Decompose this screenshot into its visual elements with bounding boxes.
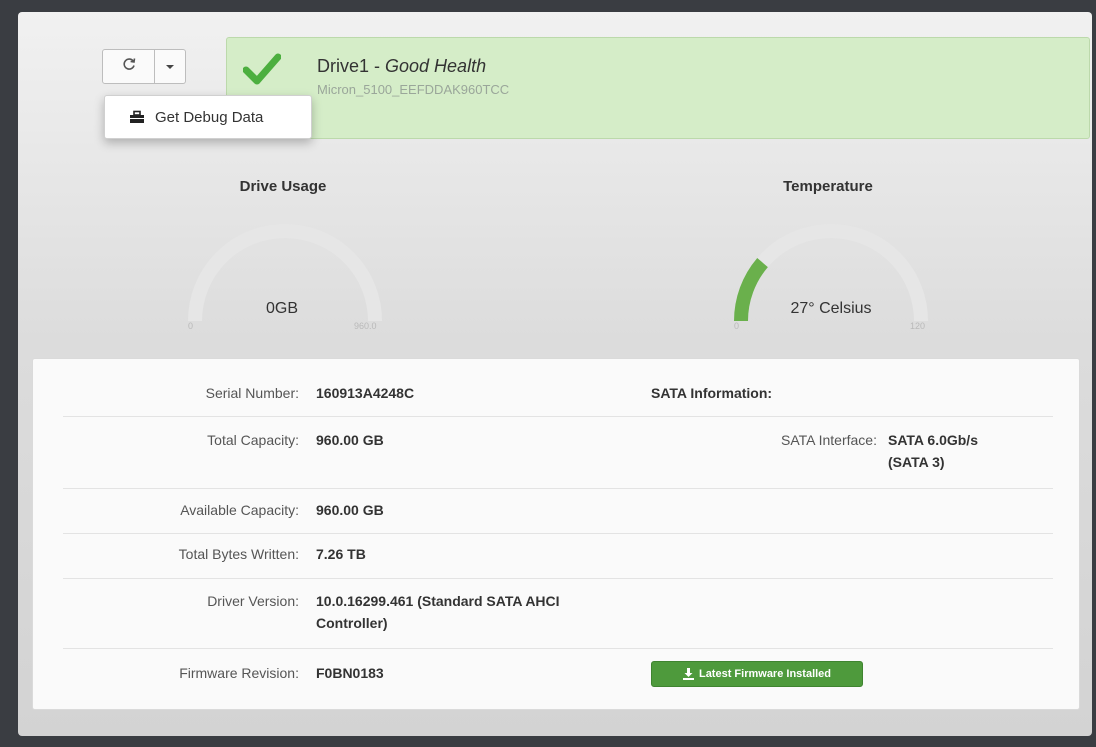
dropdown-menu: Get Debug Data — [104, 95, 312, 139]
download-icon — [682, 668, 694, 680]
health-status-banner: Drive1 - Good Health Micron_5100_EEFDDAK… — [226, 37, 1090, 139]
gauge-min-label: 0 — [188, 321, 194, 331]
checkmark-icon — [242, 52, 282, 86]
driver-version-line1: 10.0.16299.461 (Standard SATA AHCI — [316, 593, 560, 609]
drive-title: Drive1 - Good Health — [317, 56, 486, 77]
driver-version-line2: Controller) — [316, 615, 388, 631]
gauge-value: 0GB — [265, 300, 298, 317]
title-separator: - — [369, 56, 386, 76]
drive-details-panel: Serial Number: 160913A4248C SATA Informa… — [32, 358, 1080, 710]
serial-number-value: 160913A4248C — [316, 385, 415, 401]
drive-health: Good Health — [385, 56, 487, 76]
latest-firmware-button[interactable]: Latest Firmware Installed — [651, 661, 863, 687]
row-divider — [63, 488, 1053, 489]
row-divider — [63, 648, 1053, 649]
sata-interface-line2: (SATA 3) — [888, 454, 945, 470]
serial-number-label: Serial Number: — [205, 385, 299, 401]
driver-version-label: Driver Version: — [207, 593, 299, 609]
row-divider — [63, 533, 1053, 534]
gauge-title: Temperature — [783, 178, 873, 195]
total-capacity-value: 960.00 GB — [316, 432, 384, 448]
drive-name: Drive1 — [317, 56, 370, 76]
row-divider — [63, 578, 1053, 579]
gauge-max-label: 960.0 — [354, 321, 377, 331]
menu-item-get-debug-data[interactable]: Get Debug Data — [105, 96, 311, 138]
toolbox-icon — [129, 110, 145, 124]
gauge-title: Drive Usage — [239, 178, 327, 195]
row-divider — [63, 416, 1053, 417]
drive-model: Micron_5100_EEFDDAK960TCC — [317, 82, 510, 97]
dropdown-toggle-button[interactable] — [155, 49, 186, 84]
firmware-revision-label: Firmware Revision: — [179, 665, 299, 681]
gauge-min-label: 0 — [734, 321, 740, 331]
gauge-max-label: 120 — [910, 321, 926, 331]
available-capacity-value: 960.00 GB — [316, 502, 384, 518]
total-bytes-written-value: 7.26 TB — [316, 546, 366, 562]
gauge-value: 27° Celsius — [790, 300, 872, 317]
total-capacity-label: Total Capacity: — [207, 432, 299, 448]
menu-item-label: Get Debug Data — [155, 108, 264, 126]
firmware-revision-value: F0BN0183 — [316, 665, 384, 681]
sata-info-heading: SATA Information: — [651, 385, 773, 401]
available-capacity-label: Available Capacity: — [180, 502, 299, 518]
sata-interface-line1: SATA 6.0Gb/s — [888, 432, 978, 448]
latest-firmware-label: Latest Firmware Installed — [698, 668, 832, 680]
total-bytes-written-label: Total Bytes Written: — [178, 546, 299, 562]
driver-version-value: 10.0.16299.461 (Standard SATA AHCI Contr… — [316, 590, 560, 634]
refresh-button[interactable] — [102, 49, 155, 84]
caret-down-icon — [166, 64, 174, 69]
refresh-icon — [122, 57, 136, 76]
sata-interface-label: SATA Interface: — [781, 432, 877, 448]
toolbar-button-group — [102, 49, 186, 84]
sata-interface-value: SATA 6.0Gb/s (SATA 3) — [888, 429, 978, 473]
